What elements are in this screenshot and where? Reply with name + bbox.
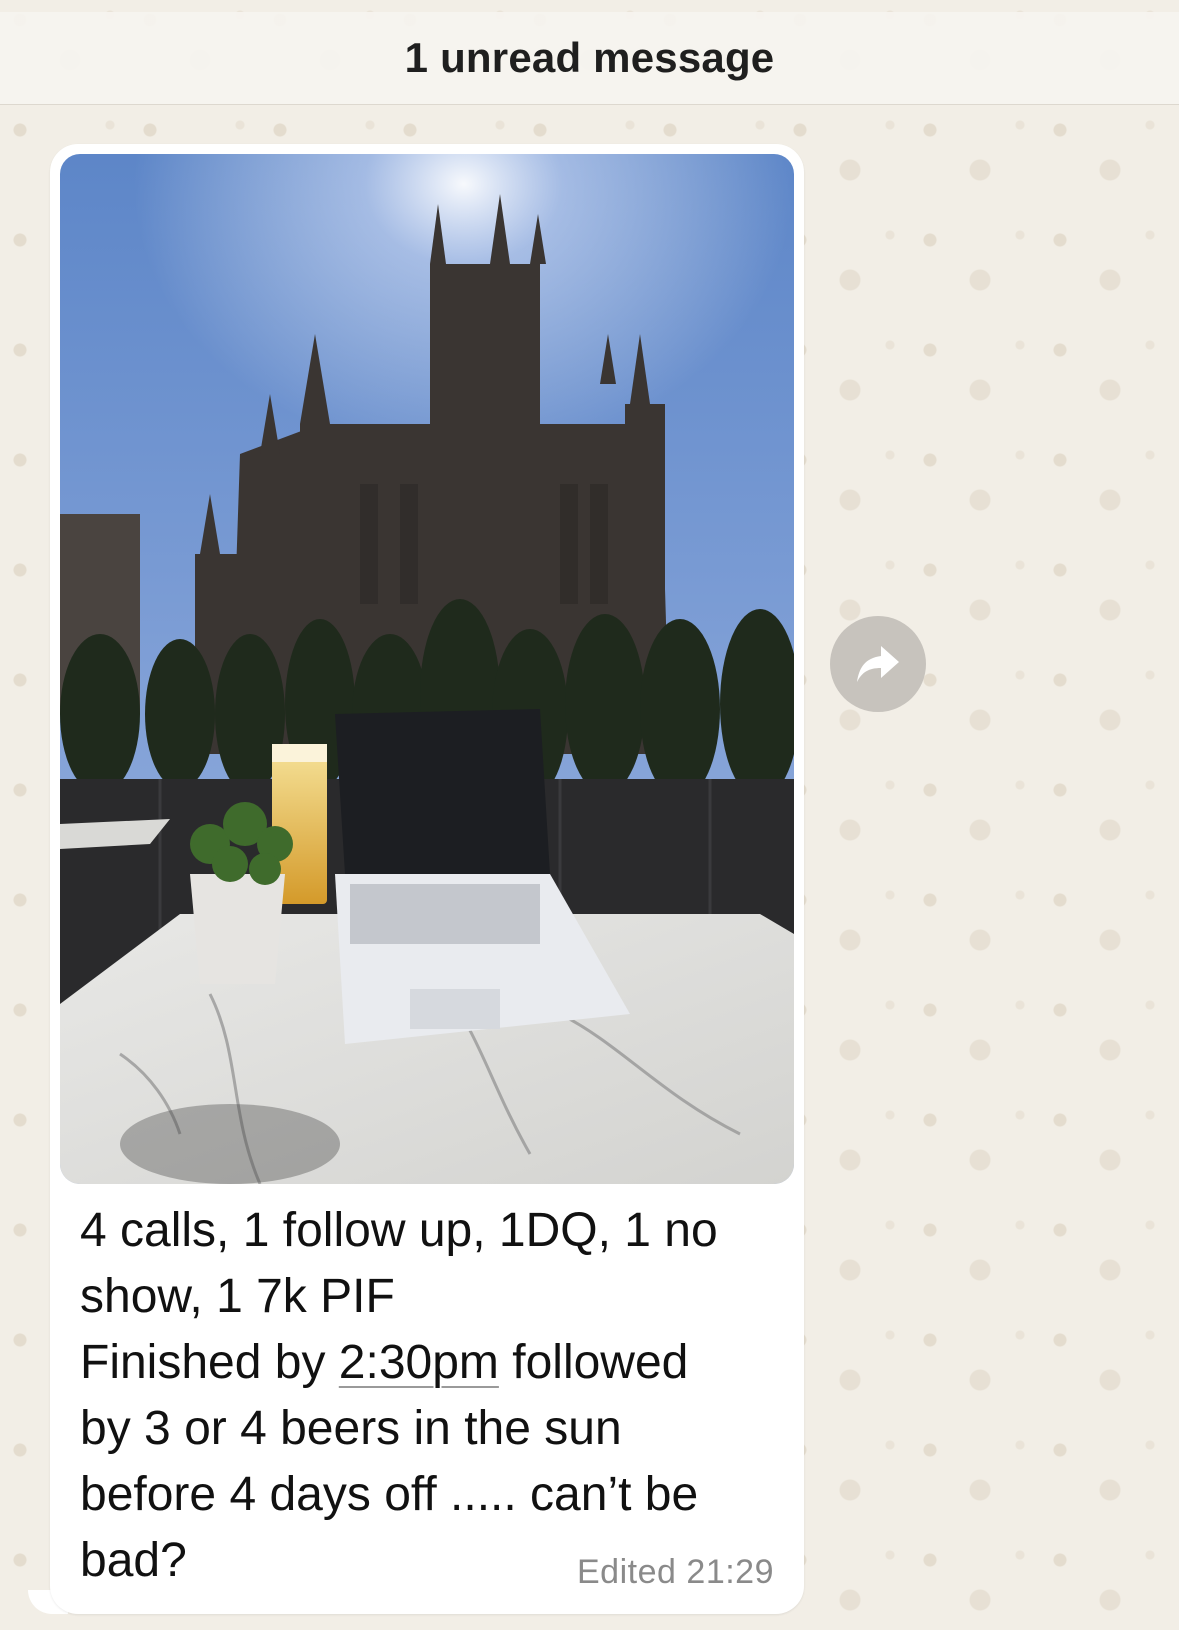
message-text-line: 4 calls, 1 follow up, 1DQ, 1 no (80, 1204, 718, 1257)
unread-messages-label: 1 unread message (404, 34, 775, 81)
edited-label: Edited (577, 1553, 677, 1591)
message-text-line: by 3 or 4 beers in the sun (80, 1402, 622, 1455)
message-bubble[interactable]: 4 calls, 1 follow up, 1DQ, 1 no show, 1 … (50, 144, 804, 1614)
message-text-line: show, 1 7k PIF (80, 1270, 395, 1323)
message-photo[interactable] (60, 154, 794, 1184)
detected-time-link[interactable]: 2:30pm (339, 1336, 499, 1389)
message-text-segment: followed (498, 1336, 689, 1389)
unread-messages-banner: 1 unread message (0, 12, 1179, 105)
message-text-segment: Finished by (80, 1336, 339, 1389)
forward-button[interactable] (830, 616, 926, 712)
message-timestamp: 21:29 (686, 1553, 774, 1591)
message-text-line: before 4 days off ..... can’t be (80, 1468, 699, 1521)
message-meta: Edited 21:29 (577, 1553, 774, 1592)
message-text-line: Finished by 2:30pm followed (80, 1330, 780, 1396)
message-text: 4 calls, 1 follow up, 1DQ, 1 no show, 1 … (80, 1198, 780, 1594)
forward-arrow-icon (857, 646, 899, 682)
